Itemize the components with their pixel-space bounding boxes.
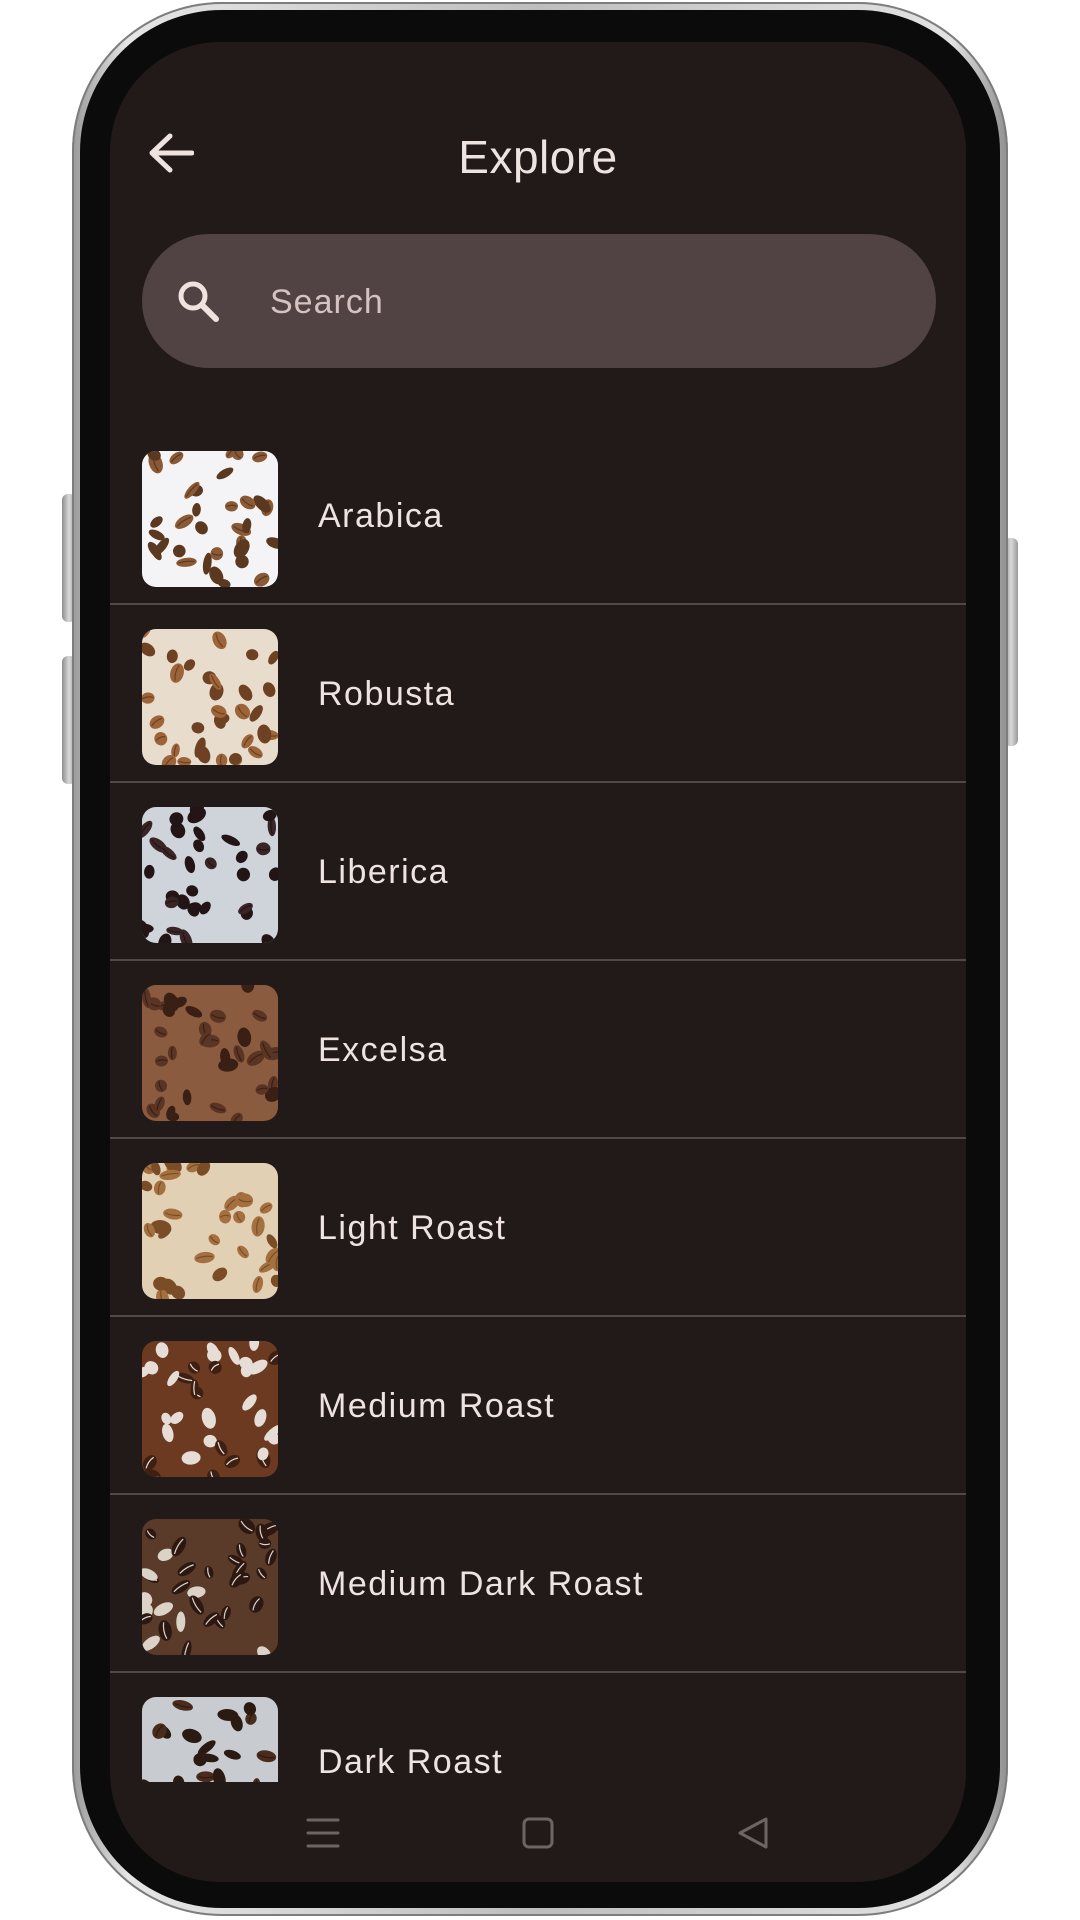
list-item-label: Robusta (318, 675, 456, 713)
list-item-label: Medium Roast (318, 1387, 556, 1425)
app-screen: Explore Arabica Robusta Liberica (110, 42, 966, 1882)
system-navigation-bar (110, 1782, 966, 1882)
coffee-beans-image (142, 629, 278, 765)
home-square-icon (522, 1817, 554, 1849)
list-item[interactable]: Medium Roast (110, 1317, 966, 1495)
list-item-label: Dark Roast (318, 1743, 504, 1781)
list-item[interactable]: Light Roast (110, 1139, 966, 1317)
search-icon (178, 281, 219, 322)
coffee-thumbnail (142, 985, 278, 1121)
coffee-thumbnail (142, 451, 278, 587)
coffee-beans-image (142, 451, 278, 587)
list-item[interactable]: Medium Dark Roast (110, 1495, 966, 1673)
search-bar[interactable] (142, 234, 936, 368)
top-app-bar: Explore (110, 94, 966, 224)
coffee-list: Arabica Robusta Liberica Excelsa Light R… (110, 427, 966, 1782)
coffee-beans-image (142, 1697, 278, 1782)
coffee-beans-image (142, 1519, 278, 1655)
list-item[interactable]: Dark Roast (110, 1673, 966, 1782)
list-item-label: Excelsa (318, 1031, 448, 1069)
list-item-label: Liberica (318, 853, 450, 891)
coffee-beans-image (142, 985, 278, 1121)
list-item[interactable]: Liberica (110, 783, 966, 961)
list-item[interactable]: Arabica (110, 427, 966, 605)
list-item-label: Arabica (318, 497, 444, 535)
list-item-label: Light Roast (318, 1209, 507, 1247)
coffee-thumbnail (142, 1163, 278, 1299)
list-item[interactable]: Excelsa (110, 961, 966, 1139)
coffee-beans-image (142, 1341, 278, 1477)
page-title: Explore (458, 131, 618, 183)
list-item[interactable]: Robusta (110, 605, 966, 783)
coffee-thumbnail (142, 1697, 278, 1782)
coffee-thumbnail (142, 807, 278, 943)
coffee-thumbnail (142, 629, 278, 765)
system-back-button[interactable] (728, 1808, 778, 1858)
list-item-label: Medium Dark Roast (318, 1565, 644, 1603)
search-input[interactable] (268, 264, 892, 340)
menu-icon (306, 1818, 340, 1848)
device-screenshot: Explore Arabica Robusta Liberica (0, 0, 1080, 1920)
recent-apps-button[interactable] (298, 1808, 348, 1858)
coffee-thumbnail (142, 1519, 278, 1655)
back-triangle-icon (738, 1817, 768, 1849)
coffee-beans-image (142, 1163, 278, 1299)
home-button[interactable] (513, 1808, 563, 1858)
coffee-beans-image (142, 807, 278, 943)
coffee-thumbnail (142, 1341, 278, 1477)
